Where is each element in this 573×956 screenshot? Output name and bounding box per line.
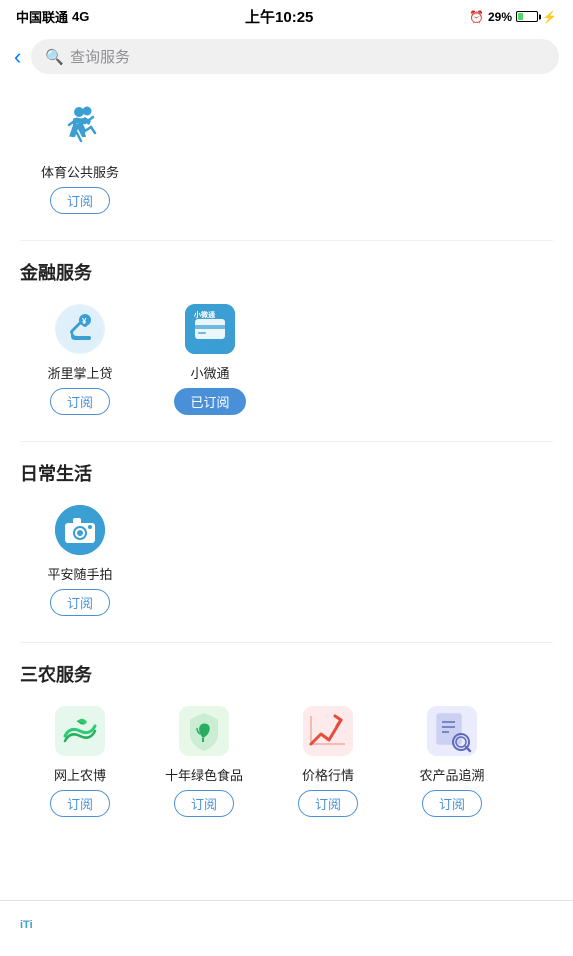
pingan-shoot-subscribe-button[interactable]: 订阅 <box>50 589 110 616</box>
back-button[interactable]: ‹ <box>14 46 21 68</box>
wangshang-nongbo-name: 网上农博 <box>54 765 106 784</box>
list-item: 网上农博 订阅 <box>20 703 140 817</box>
status-carrier: 中国联通 4G <box>16 7 89 26</box>
finance-title: 金融服务 <box>20 259 553 285</box>
divider-finance <box>20 240 553 241</box>
svg-text:小微通: 小微通 <box>193 310 216 319</box>
section-sports: 体育公共服务 订阅 <box>20 100 553 222</box>
jiage-hangqing-icon <box>300 703 356 759</box>
xiaoweitong-name: 小微通 <box>190 363 229 382</box>
pingan-shoot-name: 平安随手拍 <box>47 564 112 583</box>
zhangli-loan-icon: ¥ <box>52 301 108 357</box>
wangshang-nongbo-subscribe-button[interactable]: 订阅 <box>50 790 110 817</box>
status-bar: 中国联通 4G 上午10:25 ⏰ 29% ⚡ <box>0 0 573 31</box>
shinian-lvseshi-name: 十年绿色食品 <box>165 765 243 784</box>
section-daily: 日常生活 <box>20 460 553 624</box>
search-placeholder: 查询服务 <box>70 46 130 67</box>
bottom-bar: iTi <box>0 900 573 956</box>
shinian-lvseshi-subscribe-button[interactable]: 订阅 <box>174 790 234 817</box>
nongchanpin-zhuisu-name: 农产品追溯 <box>419 765 484 784</box>
pingan-shoot-icon <box>52 502 108 558</box>
xiaoweitong-icon: 小微通 <box>182 301 238 357</box>
sannong-grid: 网上农博 订阅 <box>20 703 553 817</box>
status-time: 上午10:25 <box>245 6 313 27</box>
list-item: ¥ 浙里掌上贷 订阅 <box>20 301 140 415</box>
main-content: 体育公共服务 订阅 金融服务 ¥ <box>0 100 573 897</box>
list-item: 平安随手拍 订阅 <box>20 502 140 616</box>
sannong-title: 三农服务 <box>20 661 553 687</box>
sports-public-subscribe-button[interactable]: 订阅 <box>50 187 110 214</box>
list-item: 小微通 小微通 已订阅 <box>150 301 270 415</box>
list-item: 价格行情 订阅 <box>268 703 388 817</box>
list-item: 十年绿色食品 订阅 <box>144 703 264 817</box>
section-sannong: 三农服务 <box>20 661 553 817</box>
battery-icon <box>516 11 538 22</box>
jiage-hangqing-subscribe-button[interactable]: 订阅 <box>298 790 358 817</box>
search-bar[interactable]: 🔍 查询服务 <box>31 39 559 74</box>
sports-public-icon <box>52 100 108 156</box>
daily-grid: 平安随手拍 订阅 <box>20 502 553 624</box>
list-item: 农产品追溯 订阅 <box>392 703 512 817</box>
daily-title: 日常生活 <box>20 460 553 486</box>
nongchanpin-zhuisu-icon <box>424 703 480 759</box>
zhangli-loan-subscribe-button[interactable]: 订阅 <box>50 388 110 415</box>
list-item: 体育公共服务 订阅 <box>20 100 140 214</box>
search-icon: 🔍 <box>45 48 64 66</box>
shinian-lvseshi-icon <box>176 703 232 759</box>
bottom-label: iTi <box>20 919 33 931</box>
sports-grid: 体育公共服务 订阅 <box>20 100 553 222</box>
divider-daily <box>20 441 553 442</box>
jiage-hangqing-name: 价格行情 <box>302 765 354 784</box>
zhangli-loan-name: 浙里掌上贷 <box>47 363 112 382</box>
nongchanpin-zhuisu-subscribe-button[interactable]: 订阅 <box>422 790 482 817</box>
wangshang-nongbo-icon <box>52 703 108 759</box>
finance-grid: ¥ 浙里掌上贷 订阅 <box>20 301 553 423</box>
nav-bar: ‹ 🔍 查询服务 <box>0 31 573 82</box>
status-right: ⏰ 29% ⚡ <box>469 10 557 24</box>
divider-sannong <box>20 642 553 643</box>
svg-text:¥: ¥ <box>82 317 87 326</box>
section-finance: 金融服务 ¥ 浙里掌上贷 订阅 <box>20 259 553 423</box>
sports-public-name: 体育公共服务 <box>41 162 119 181</box>
xiaoweitong-subscribed-button[interactable]: 已订阅 <box>174 388 245 415</box>
